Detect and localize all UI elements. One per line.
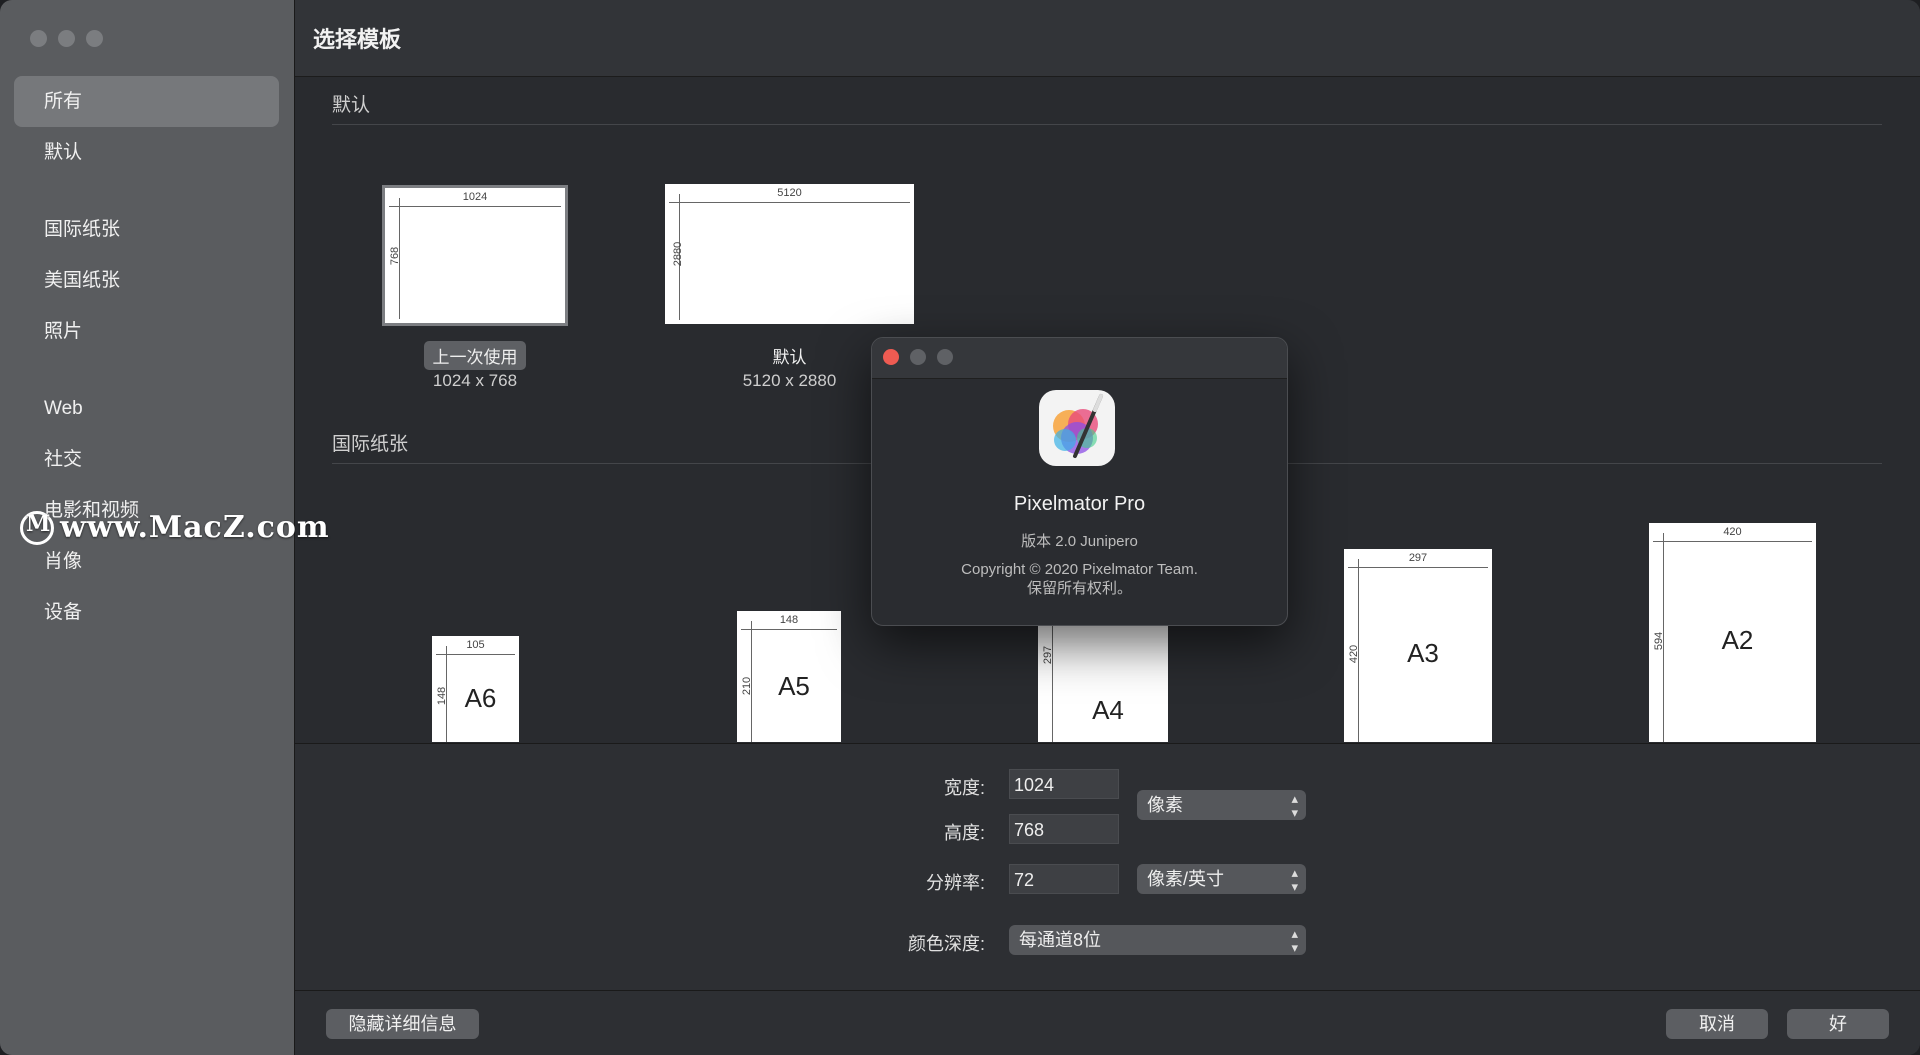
paper-name: A2 xyxy=(1721,625,1754,655)
color-depth-label: 颜色深度: xyxy=(907,934,985,954)
window-controls xyxy=(30,30,103,47)
resolution-field[interactable]: 72 xyxy=(1009,864,1119,894)
chevron-up-down-icon: ▴ ▾ xyxy=(1291,791,1298,820)
section-divider xyxy=(332,124,1882,125)
footer-bar: 隐藏详细信息 取消 好 xyxy=(295,990,1920,1055)
width-field[interactable]: 1024 xyxy=(1009,769,1119,799)
section-label-default: 默认 xyxy=(332,95,371,116)
about-window-controls xyxy=(883,349,953,365)
pixelmator-app-icon xyxy=(1039,390,1115,466)
width-dimension-text: 5120 xyxy=(777,187,802,199)
minimize-button[interactable] xyxy=(910,349,926,365)
height-dimension-text: 297 xyxy=(1042,645,1055,665)
macz-logo-icon xyxy=(20,510,54,545)
sidebar-item-international-paper[interactable]: 国际纸张 xyxy=(14,204,279,255)
section-label-international-paper: 国际纸张 xyxy=(332,434,409,455)
width-dimension-text: 420 xyxy=(1723,526,1742,538)
watermark: www.MacZ.com xyxy=(20,510,330,545)
sidebar-item-web[interactable]: Web xyxy=(14,383,279,434)
width-dimension-line xyxy=(741,629,837,630)
height-label: 高度: xyxy=(943,823,985,843)
unit-value: 像素 xyxy=(1147,795,1183,815)
template-size: 1024 x 768 xyxy=(432,371,518,390)
zoom-button[interactable] xyxy=(937,349,953,365)
width-dimension-line xyxy=(436,654,515,655)
sidebar-item-all[interactable]: 所有 xyxy=(14,76,279,127)
width-dimension-line xyxy=(389,206,561,207)
sidebar-list: 所有 默认 国际纸张 美国纸张 照片 Web 社交 电影和视频 肖像 设备 xyxy=(14,76,279,638)
chevron-up-down-icon: ▴ ▾ xyxy=(1291,926,1298,955)
paper-name: A3 xyxy=(1407,638,1439,668)
width-dimension-text: 1024 xyxy=(462,191,488,203)
minimize-window-button[interactable] xyxy=(58,30,75,47)
chevron-up-down-icon: ▴ ▾ xyxy=(1291,865,1298,894)
template-paper-a2[interactable]: 420 594 A2 xyxy=(1649,523,1816,742)
cancel-button[interactable]: 取消 xyxy=(1666,1009,1768,1039)
app-version: 版本 2.0 Junipero xyxy=(1021,533,1138,550)
template-name: 上一次使用 xyxy=(424,341,526,370)
title-bar: 选择模板 xyxy=(295,0,1920,77)
resolution-unit-value: 像素/英寸 xyxy=(1147,869,1225,889)
template-paper-a3[interactable]: 297 420 A3 xyxy=(1344,549,1492,742)
height-dimension-text: 768 xyxy=(389,246,402,265)
template-paper-a5[interactable]: 148 210 A5 xyxy=(737,611,841,742)
color-depth-popup[interactable]: 每通道8位 ▴ ▾ xyxy=(1009,925,1306,955)
close-button[interactable] xyxy=(883,349,899,365)
template-thumbnail[interactable]: 5120 2880 xyxy=(665,184,914,324)
zoom-window-button[interactable] xyxy=(86,30,103,47)
height-field[interactable]: 768 xyxy=(1009,814,1119,844)
paper-name: A4 xyxy=(1092,695,1124,725)
sidebar-item-us-paper[interactable]: 美国纸张 xyxy=(14,255,279,306)
resolution-unit-popup[interactable]: 像素/英寸 ▴ ▾ xyxy=(1137,864,1306,894)
height-dimension-text: 2880 xyxy=(672,241,685,267)
hide-details-button[interactable]: 隐藏详细信息 xyxy=(326,1009,479,1039)
paper-name: A6 xyxy=(464,683,497,713)
width-dimension-line xyxy=(1348,567,1488,568)
width-dimension-line xyxy=(1653,541,1812,542)
resolution-label: 分辨率: xyxy=(925,873,985,893)
rights-line: 保留所有权利。 xyxy=(1026,580,1132,597)
sidebar-item-default[interactable]: 默认 xyxy=(14,127,279,178)
watermark-text: www.MacZ.com xyxy=(60,510,330,545)
template-chooser-window: 所有 默认 国际纸张 美国纸张 照片 Web 社交 电影和视频 肖像 设备 选择… xyxy=(0,0,1920,1055)
template-thumbnail[interactable]: 1024 768 xyxy=(382,185,568,326)
unit-popup[interactable]: 像素 ▴ ▾ xyxy=(1137,790,1306,820)
width-dimension-line xyxy=(669,202,910,203)
width-label: 宽度: xyxy=(943,778,985,798)
sidebar-item-social[interactable]: 社交 xyxy=(14,434,279,485)
about-dialog: Pixelmator Pro 版本 2.0 Junipero Copyright… xyxy=(871,337,1288,626)
color-depth-value: 每通道8位 xyxy=(1019,930,1102,950)
paper-name: A5 xyxy=(778,671,810,701)
sidebar-item-devices[interactable]: 设备 xyxy=(14,587,279,638)
width-dimension-text: 148 xyxy=(779,614,799,626)
copyright-line: Copyright © 2020 Pixelmator Team. xyxy=(961,561,1198,578)
app-name: Pixelmator Pro xyxy=(1013,493,1146,515)
about-title-bar xyxy=(872,338,1287,379)
template-paper-a6[interactable]: 105 148 A6 xyxy=(432,636,519,742)
document-settings: 宽度: 1024 高度: 768 像素 ▴ ▾ 分辨率: 72 像素/英寸 ▴ ▾ … xyxy=(295,743,1920,990)
ok-button[interactable]: 好 xyxy=(1787,1009,1889,1039)
copyright-text: Copyright © 2020 Pixelmator Team. 保留所有权利… xyxy=(872,560,1287,598)
sidebar-item-photo[interactable]: 照片 xyxy=(14,306,279,357)
close-window-button[interactable] xyxy=(30,30,47,47)
page-title: 选择模板 xyxy=(313,27,402,52)
width-dimension-text: 297 xyxy=(1408,552,1428,564)
